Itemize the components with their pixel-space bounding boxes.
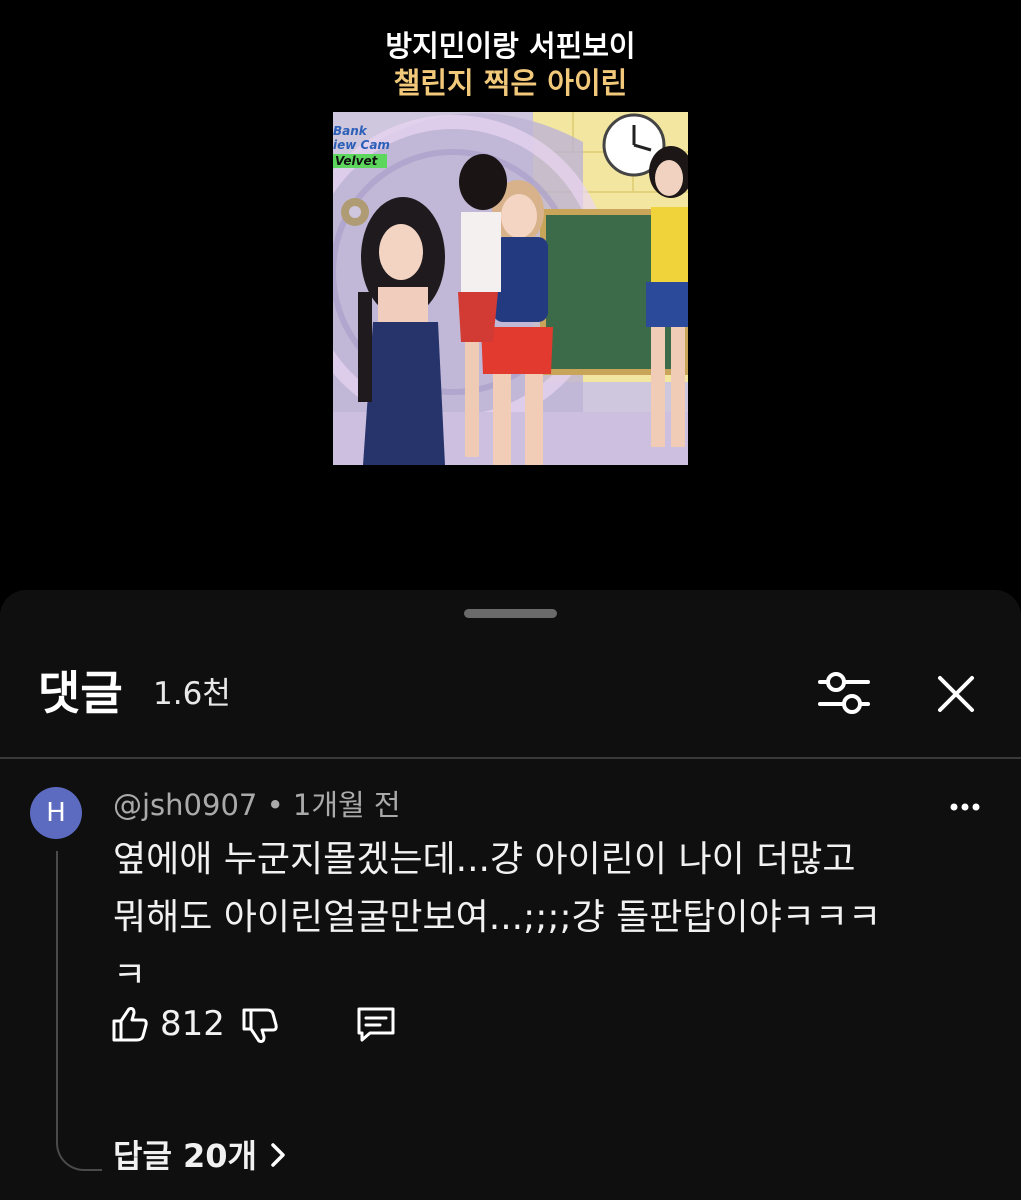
video-title-line2: 챌린지 찍은 아이린 [393,66,628,100]
close-icon [938,676,974,712]
video-thumbnail[interactable]: Bank iew Cam Velvet [333,112,688,465]
thumbs-up-icon [112,1007,148,1042]
more-vert-icon [950,803,980,811]
comment-author[interactable]: @jsh0907 [113,788,257,822]
sliders-icon [818,672,870,714]
avatar[interactable]: H [30,787,82,839]
thumbnail-caption-line3: Velvet [333,154,388,168]
dislike-button[interactable] [240,1006,280,1046]
video-title-line1: 방지민이랑 서핀보이 [385,29,636,63]
thumbs-down-icon [242,1008,278,1043]
video-player[interactable]: 방지민이랑 서핀보이 챌린지 찍은 아이린 Bank iew Cam Velve… [0,0,1021,590]
comment-item: H @jsh0907 • 1개월 전 옆에애 누군지몰겠는데...걍 아이린이 … [0,759,1021,1200]
comment-meta: @jsh0907 • 1개월 전 [113,785,401,825]
thread-connector [56,851,102,1171]
comment-actions: 812 [110,1004,510,1054]
thumbnail-caption-line1: Bank [333,124,367,138]
comment-text: 옆에애 누군지몰겠는데...걍 아이린이 나이 더많고 뭐해도 아이린얼굴만보여… [113,839,882,996]
page: 방지민이랑 서핀보이 챌린지 찍은 아이린 Bank iew Cam Velve… [0,0,1021,1200]
like-count: 812 [160,1004,225,1044]
sort-filter-button[interactable] [816,668,872,718]
video-title: 방지민이랑 서핀보이 챌린지 찍은 아이린 [0,28,1021,102]
comment-icon [357,1007,395,1042]
comments-count: 1.6천 [153,676,231,712]
reply-button[interactable] [354,1004,398,1044]
sheet-drag-handle[interactable] [464,609,557,618]
thumbnail-caption-line2: iew Cam [333,138,390,152]
comments-title: 댓글 [38,666,123,720]
meta-separator: • [257,788,293,822]
close-button[interactable] [932,670,980,718]
replies-label: 답글 20개 [113,1137,257,1175]
like-button[interactable] [110,1004,150,1044]
chevron-right-icon [269,1133,287,1183]
comments-header: 댓글 1.6천 [0,650,1021,740]
comments-sheet: 댓글 1.6천 H @jsh0907 • 1개월 전 옆에애 누군지몰겠는데..… [0,590,1021,1200]
comment-more-button[interactable] [946,799,986,815]
thumbnail-caption: Bank iew Cam Velvet [333,124,390,168]
comment-time: 1개월 전 [292,788,401,822]
view-replies-button[interactable]: 답글 20개 [113,1131,287,1183]
